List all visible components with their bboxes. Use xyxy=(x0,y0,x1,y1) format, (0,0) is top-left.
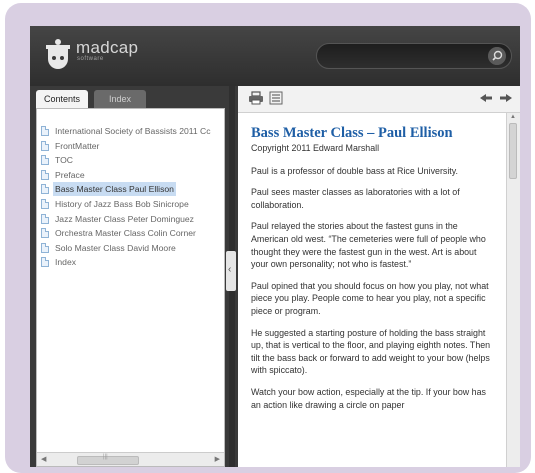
paragraph: Paul sees master classes as laboratories… xyxy=(251,187,460,210)
tab-contents[interactable]: Contents xyxy=(36,90,88,108)
paragraph: Watch your bow action, especially at the… xyxy=(251,386,486,410)
toc-item-label: History of Jazz Bass Bob Sinicrope xyxy=(55,198,189,209)
toc-item-label: Jazz Master Class Peter Dominguez xyxy=(55,213,194,224)
document-icon xyxy=(41,184,49,195)
toc-panel: International Society of Bassists 2011 C… xyxy=(36,108,225,467)
search-icon[interactable] xyxy=(488,47,506,65)
tab-index[interactable]: Index xyxy=(94,90,146,108)
document-icon xyxy=(41,140,49,151)
document-icon xyxy=(41,213,49,224)
logo-text: madcap xyxy=(76,38,139,57)
toc-item-label: Solo Master Class David Moore xyxy=(55,242,176,253)
toc-item-label: Preface xyxy=(55,169,85,180)
document-icon xyxy=(41,155,49,166)
page-background: madcap software Contents Index Internati… xyxy=(0,0,535,473)
printer-icon[interactable] xyxy=(248,91,264,105)
help-viewer-window: madcap software Contents Index Internati… xyxy=(30,26,520,467)
scroll-right-icon[interactable]: ▶ xyxy=(215,455,220,463)
scrollbar-thumb[interactable] xyxy=(77,456,139,465)
scroll-left-icon[interactable]: ◀ xyxy=(41,455,46,463)
vertical-scrollbar[interactable]: ▲ xyxy=(506,113,520,467)
document-icon xyxy=(41,228,49,239)
search-box[interactable] xyxy=(316,43,512,69)
scrollbar-thumb[interactable] xyxy=(509,123,517,179)
toc-item-label: TOC xyxy=(55,155,73,166)
toc-item-label: Bass Master Class Paul Ellison xyxy=(53,182,176,197)
topic-toolbar xyxy=(238,86,520,112)
document-icon xyxy=(41,126,49,136)
toc-item-label: Orchestra Master Class Colin Corner xyxy=(55,228,196,239)
forward-arrow-icon[interactable] xyxy=(498,91,514,105)
topic-content: Bass Master Class – Paul Ellison Copyrig… xyxy=(238,112,520,467)
collapse-handle[interactable]: ‹ xyxy=(226,251,236,291)
chevron-left-icon: ‹ xyxy=(228,264,232,275)
paragraph: Paul opined that you should focus on how… xyxy=(251,280,489,316)
scroll-up-icon[interactable]: ▲ xyxy=(510,114,516,120)
copyright-line: Copyright 2011 Edward Marshall xyxy=(251,143,380,153)
toc-item-label: Index xyxy=(55,257,77,268)
paragraph: Paul relayed the stories about the faste… xyxy=(251,221,486,270)
back-arrow-icon[interactable] xyxy=(478,91,494,105)
grip-icon: ||| xyxy=(103,454,108,460)
horizontal-scrollbar[interactable]: ◀ ||| ▶ xyxy=(37,452,224,466)
topic-title: Bass Master Class – Paul Ellison xyxy=(251,125,453,141)
search-input[interactable] xyxy=(327,48,481,66)
paragraph: He suggested a starting posture of holdi… xyxy=(251,327,491,376)
toc-item-label: FrontMatter xyxy=(55,140,100,151)
toc-item-label: International Society of Bassists 2011 C… xyxy=(55,126,211,136)
logo-subtext: software xyxy=(77,56,104,62)
navigation-tabs: Contents Index xyxy=(30,86,225,108)
list-icon[interactable] xyxy=(268,91,284,105)
document-icon xyxy=(41,169,49,180)
document-icon xyxy=(41,257,49,268)
header-bar: madcap software xyxy=(30,26,520,86)
topic-text: Bass Master Class – Paul Ellison Copyrig… xyxy=(251,125,493,420)
document-icon xyxy=(41,198,49,209)
document-icon xyxy=(41,242,49,253)
paragraph: Paul is a professor of double bass at Ri… xyxy=(251,165,459,176)
